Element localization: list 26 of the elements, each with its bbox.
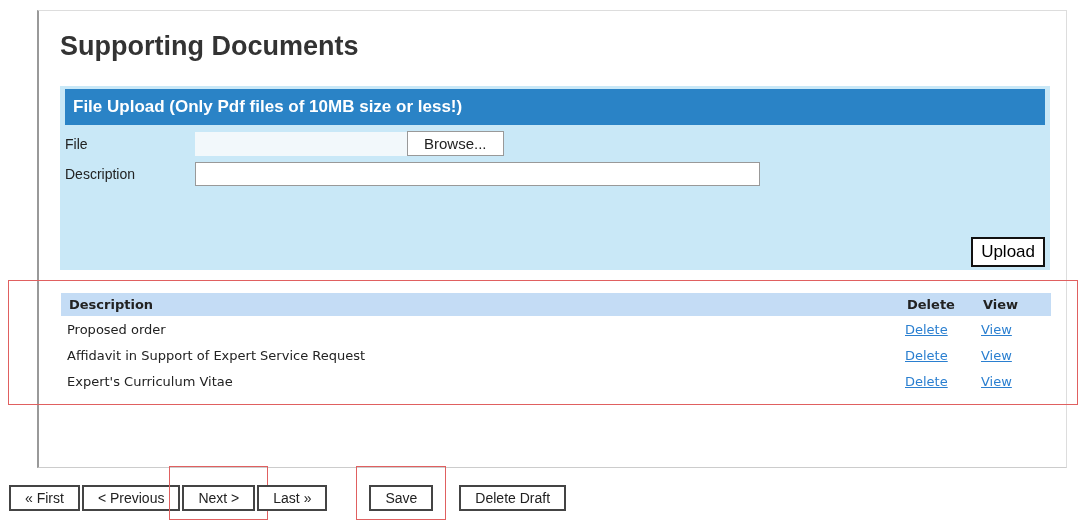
column-header: View <box>975 293 1051 316</box>
description-field[interactable] <box>195 162 760 186</box>
view-link[interactable]: View <box>981 373 1012 389</box>
file-field[interactable] <box>195 131 407 156</box>
field-label: Description <box>65 166 137 182</box>
view-link[interactable]: View <box>981 321 1012 337</box>
nav-button[interactable]: Next > <box>182 485 256 511</box>
nav-button[interactable]: < Previous <box>81 485 181 511</box>
table-cell-text: Expert's Curriculum Vitae <box>66 372 234 391</box>
table-cell: Proposed order <box>61 316 899 342</box>
field-label: File <box>65 135 89 152</box>
nav-button[interactable]: Save <box>369 485 434 511</box>
nav-button[interactable]: « First <box>9 485 80 511</box>
column-header: Description <box>61 293 899 316</box>
browse-button[interactable]: Browse... <box>407 131 504 156</box>
upload-button[interactable]: Upload <box>971 237 1045 267</box>
nav-button[interactable]: Delete Draft <box>459 485 567 511</box>
column-header: Delete <box>899 293 975 316</box>
delete-link[interactable]: Delete <box>905 321 948 337</box>
table-cell-text: Affidavit in Support of Expert Service Request <box>66 346 367 365</box>
delete-link[interactable]: Delete <box>905 373 948 389</box>
view-link[interactable]: View <box>981 347 1012 363</box>
delete-link[interactable]: Delete <box>905 347 948 363</box>
page-title: Supporting Documents <box>60 31 359 62</box>
panel-header: File Upload (Only Pdf files of 10MB size or less!) <box>65 89 1045 125</box>
nav-button[interactable]: Last » <box>257 485 328 511</box>
